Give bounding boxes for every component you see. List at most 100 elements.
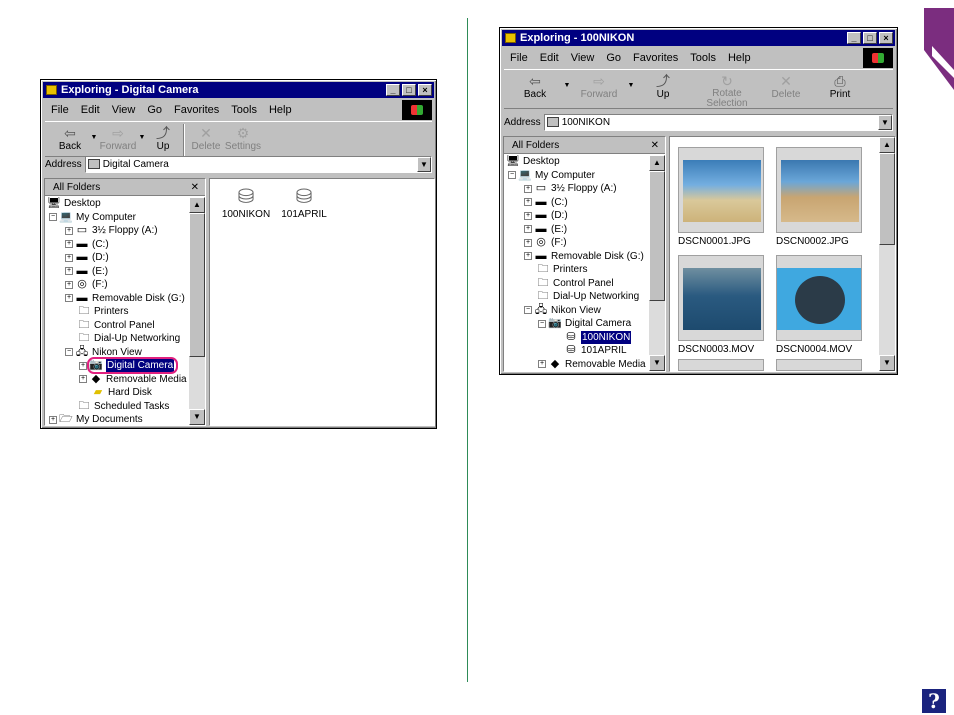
menu-help[interactable]: Help: [269, 104, 292, 116]
thumbnail-item-partial[interactable]: [776, 359, 862, 371]
menu-edit[interactable]: Edit: [540, 52, 559, 64]
tree-item-drive-f[interactable]: + ◎ (F:): [504, 236, 649, 250]
tree-item-drive-e[interactable]: + ▬ (E:): [504, 223, 649, 237]
menu-edit[interactable]: Edit: [81, 104, 100, 116]
scroll-up-button[interactable]: ▲: [189, 197, 205, 213]
menu-view[interactable]: View: [112, 104, 136, 116]
tree-item-desktop[interactable]: 🖥 Desktop: [504, 155, 649, 169]
minimize-button[interactable]: _: [386, 84, 400, 96]
tree-item-dialup[interactable]: 🗀 Dial-Up Networking: [45, 332, 189, 346]
tree-item-printers[interactable]: 🗀 Printers: [45, 305, 189, 319]
tree-item-printers[interactable]: 🗀 Printers: [504, 263, 649, 277]
tree-item-floppy[interactable]: + ▭ 3½ Floppy (A:): [45, 224, 189, 238]
back-button[interactable]: ⇦ Back: [508, 70, 562, 100]
scroll-thumb[interactable]: [189, 213, 205, 357]
close-button[interactable]: ×: [879, 32, 893, 44]
folder-item[interactable]: ⛁ 101APRIL: [274, 185, 334, 220]
camera-folder-icon: [87, 159, 100, 169]
forward-button[interactable]: ⇨ Forward: [572, 70, 626, 100]
tree-item-drive-f[interactable]: + ◎ (F:): [45, 278, 189, 292]
menu-help[interactable]: Help: [728, 52, 751, 64]
tree-item-hard-disk[interactable]: ▰ Hard Disk: [45, 386, 189, 400]
back-dropdown-arrow[interactable]: ▼: [562, 82, 572, 89]
scroll-down-button[interactable]: ▼: [879, 355, 895, 371]
tree-item-removable-disk[interactable]: + ▬ Removable Disk (G:): [45, 292, 189, 306]
settings-button[interactable]: ⚙ Settings: [223, 122, 263, 152]
rotate-selection-button[interactable]: ↻ Rotate Selection: [690, 70, 764, 109]
forward-dropdown-arrow[interactable]: ▼: [626, 82, 636, 89]
minimize-button[interactable]: _: [847, 32, 861, 44]
scroll-thumb[interactable]: [649, 171, 665, 301]
tree-item-my-computer[interactable]: − 💻 My Computer: [45, 211, 189, 225]
tree-item-dialup[interactable]: 🗀 Dial-Up Networking: [504, 290, 649, 304]
tree-item-100nikon[interactable]: ⛁ 100NIKON: [504, 330, 649, 344]
menu-tools[interactable]: Tools: [231, 104, 257, 116]
menu-go[interactable]: Go: [147, 104, 162, 116]
maximize-button[interactable]: □: [402, 84, 416, 96]
tree-item-floppy[interactable]: + ▭ 3½ Floppy (A:): [504, 182, 649, 196]
help-button[interactable]: ?: [922, 689, 946, 713]
thumbnail-item[interactable]: DSCN0003.MOV: [678, 255, 764, 355]
tree-item-digital-camera[interactable]: + 📷 Digital Camera: [45, 357, 189, 374]
tree-header: All Folders ✕: [504, 137, 665, 154]
tree-item-drive-e[interactable]: + ▬ (E:): [45, 265, 189, 279]
tree-item-digital-camera[interactable]: − 📷 Digital Camera: [504, 317, 649, 331]
up-button[interactable]: ⤴ Up: [636, 70, 690, 100]
tree-item-desktop[interactable]: 🖥 Desktop: [45, 197, 189, 211]
thumbnail-item[interactable]: DSCN0002.JPG: [776, 147, 862, 247]
tree-scrollbar[interactable]: ▲ ▼: [189, 197, 205, 425]
forward-button[interactable]: ⇨ Forward: [99, 122, 137, 152]
scroll-down-button[interactable]: ▼: [189, 409, 205, 425]
delete-button[interactable]: ✕ Delete: [189, 122, 223, 152]
scroll-up-button[interactable]: ▲: [649, 155, 665, 171]
tree-item-drive-c[interactable]: + ▬ (C:): [504, 196, 649, 210]
tree-item-drive-d[interactable]: + ▬ (D:): [504, 209, 649, 223]
scheduled-tasks-icon: 🗀: [78, 399, 90, 412]
menu-view[interactable]: View: [571, 52, 595, 64]
address-field[interactable]: 100NIKON ▼: [543, 113, 893, 131]
tree-item-drive-d[interactable]: + ▬ (D:): [45, 251, 189, 265]
thumbnail-item-partial[interactable]: [678, 359, 764, 371]
right-title-bar[interactable]: Exploring - 100NIKON _ □ ×: [502, 30, 895, 46]
tree-item-removable-disk[interactable]: + ▬ Removable Disk (G:): [504, 250, 649, 264]
tree-item-nikon-view[interactable]: − 🖧 Nikon View: [504, 304, 649, 318]
scroll-up-button[interactable]: ▲: [879, 137, 895, 153]
thumbnail-item[interactable]: DSCN0004.MOV: [776, 255, 862, 355]
scroll-thumb[interactable]: [879, 153, 895, 245]
close-pane-icon[interactable]: ✕: [651, 140, 659, 151]
menu-tools[interactable]: Tools: [690, 52, 716, 64]
tree-item-drive-c[interactable]: + ▬ (C:): [45, 238, 189, 252]
close-button[interactable]: ×: [418, 84, 432, 96]
thumbnail-item[interactable]: DSCN0001.JPG: [678, 147, 764, 247]
tree-item-control-panel[interactable]: 🗀 Control Panel: [45, 319, 189, 333]
maximize-button[interactable]: □: [863, 32, 877, 44]
delete-button[interactable]: ✕ Delete: [764, 70, 808, 100]
tree-item-control-panel[interactable]: 🗀 Control Panel: [504, 277, 649, 291]
tree-item-my-documents[interactable]: + 🗁 My Documents: [45, 413, 189, 425]
up-button[interactable]: ⤴ Up: [147, 122, 179, 152]
left-title-bar[interactable]: Exploring - Digital Camera _ □ ×: [43, 82, 434, 98]
menu-file[interactable]: File: [510, 52, 528, 64]
tree-item-101april[interactable]: ⛁ 101APRIL: [504, 344, 649, 358]
menu-go[interactable]: Go: [606, 52, 621, 64]
scroll-down-button[interactable]: ▼: [649, 355, 665, 371]
print-button[interactable]: ⎙ Print: [808, 70, 872, 100]
tree-scrollbar[interactable]: ▲ ▼: [649, 155, 665, 371]
address-dropdown-button[interactable]: ▼: [417, 156, 431, 172]
menu-favorites[interactable]: Favorites: [633, 52, 678, 64]
address-field[interactable]: Digital Camera ▼: [84, 155, 432, 173]
menu-file[interactable]: File: [51, 104, 69, 116]
back-button[interactable]: ⇦ Back: [51, 122, 89, 152]
back-dropdown-arrow[interactable]: ▼: [89, 134, 99, 141]
tree-item-removable-media[interactable]: + ◆ Removable Media: [504, 358, 649, 372]
address-dropdown-button[interactable]: ▼: [878, 114, 892, 130]
camera-folder-icon: ⛁: [295, 186, 313, 208]
folder-item[interactable]: ⛁ 100NIKON: [216, 185, 276, 220]
tree-item-my-computer[interactable]: − 💻 My Computer: [504, 169, 649, 183]
tree-item-scheduled-tasks[interactable]: 🗀 Scheduled Tasks: [45, 400, 189, 414]
contents-scrollbar[interactable]: ▲ ▼: [879, 137, 895, 371]
forward-dropdown-arrow[interactable]: ▼: [137, 134, 147, 141]
menu-favorites[interactable]: Favorites: [174, 104, 219, 116]
close-pane-icon[interactable]: ✕: [191, 182, 199, 193]
tree-item-removable-media[interactable]: + ◆ Removable Media: [45, 373, 189, 387]
